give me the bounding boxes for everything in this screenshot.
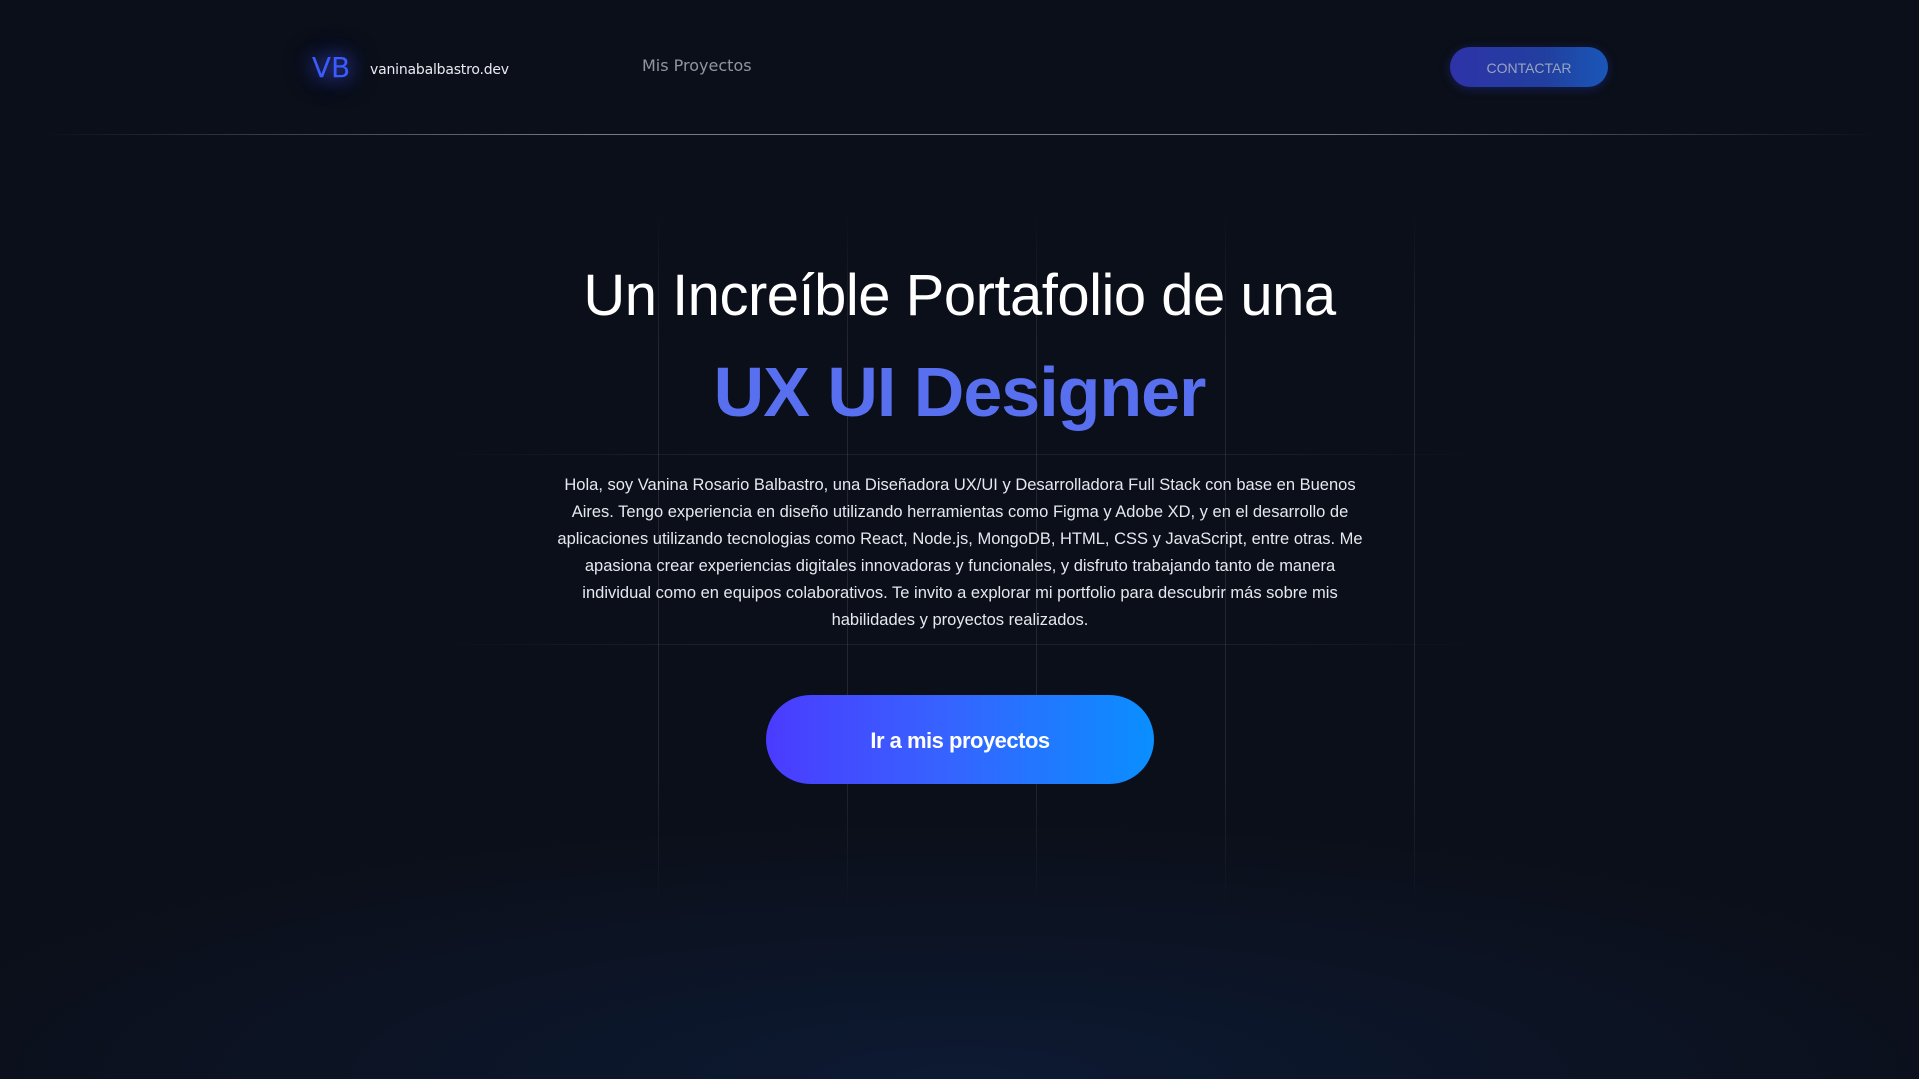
grid-line-horizontal (430, 454, 1490, 455)
site-header: VB vaninabalbastro.dev Mis Proyectos CON… (0, 0, 1919, 134)
hero-title: Un Increíble Portafolio de una (583, 263, 1336, 328)
hero-description: Hola, soy Vanina Rosario Balbastro, una … (557, 476, 1363, 629)
hero-highlight: UX UI Designer (713, 353, 1207, 431)
header-divider (40, 134, 1880, 135)
nav-link-projects[interactable]: Mis Proyectos (642, 56, 752, 75)
logo[interactable]: VB (306, 48, 356, 88)
portfolio-page: VB vaninabalbastro.dev Mis Proyectos CON… (0, 0, 1919, 1079)
go-to-projects-button[interactable]: Ir a mis proyectos (766, 695, 1154, 784)
contact-button[interactable]: CONTACTAR (1450, 47, 1608, 87)
grid-line-horizontal (430, 644, 1490, 645)
site-domain: vaninabalbastro.dev (370, 62, 509, 78)
